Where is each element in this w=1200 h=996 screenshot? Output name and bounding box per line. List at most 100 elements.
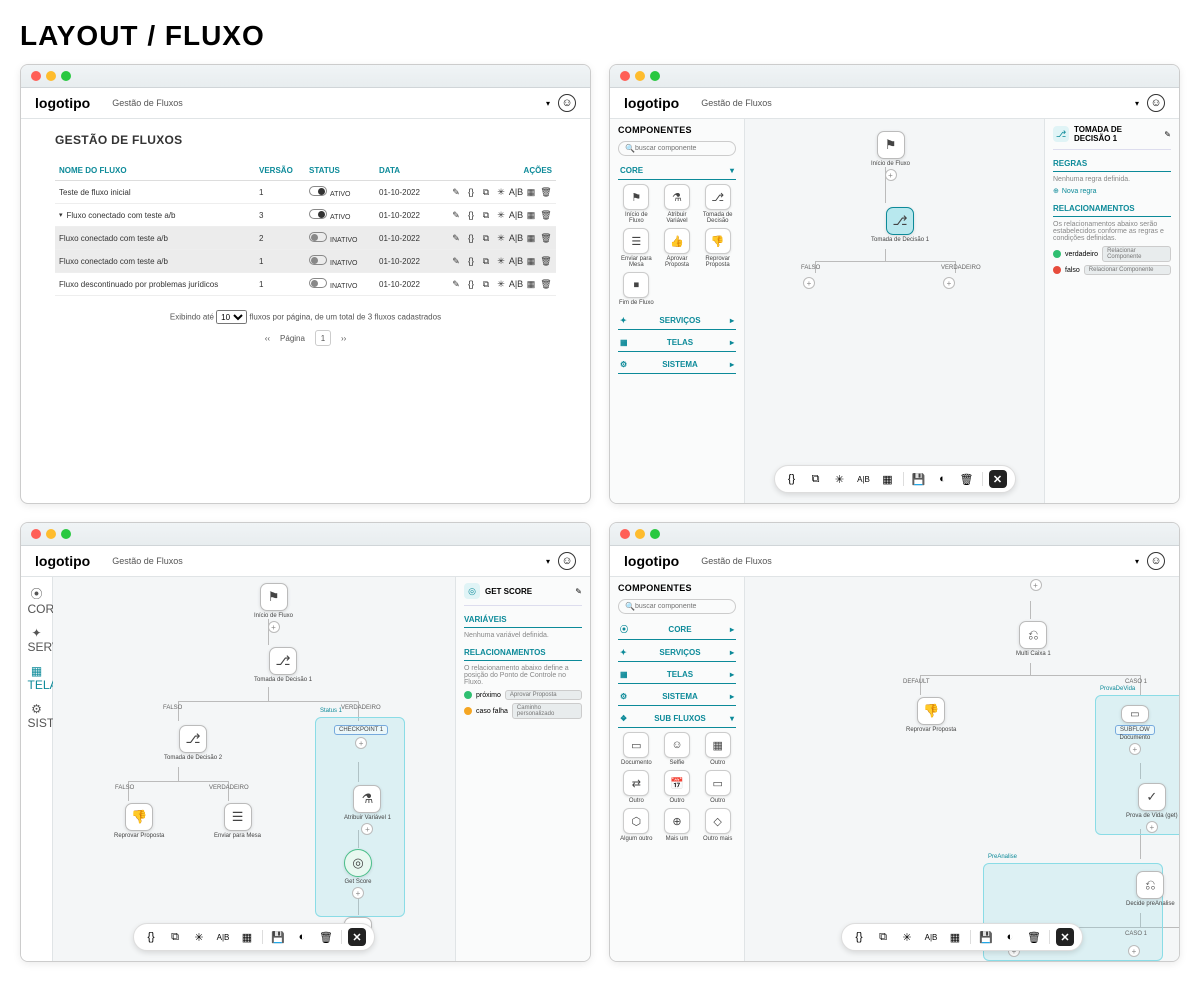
action-icon[interactable]: ⧉ — [480, 209, 492, 221]
node-getscore[interactable]: ◎Get Score+ — [344, 849, 372, 899]
action-icon[interactable]: A|B — [510, 255, 522, 267]
min-dot-icon[interactable] — [46, 71, 56, 81]
tb-grid[interactable]: ▦ — [879, 470, 897, 488]
breadcrumb[interactable]: Gestão de Fluxos — [701, 98, 772, 108]
action-icon[interactable]: ✎ — [450, 232, 462, 244]
node-plus-false[interactable]: + — [803, 275, 815, 289]
edit-icon[interactable]: ✎ — [1164, 130, 1171, 139]
node-multi[interactable]: ⎌Multi Caixa 1 — [1016, 621, 1051, 657]
breadcrumb[interactable]: Gestão de Fluxos — [112, 98, 183, 108]
action-icon[interactable]: 🗑 — [540, 278, 552, 290]
status-toggle[interactable] — [309, 186, 327, 196]
action-icon[interactable]: ▦ — [525, 232, 537, 244]
ib-servicos[interactable]: ✦SERVIÇOS — [28, 626, 46, 654]
pager-page[interactable]: 1 — [315, 330, 331, 346]
component-item[interactable]: ◇Outro mais — [699, 808, 736, 842]
node-prova[interactable]: ✓Prova de Vida (get)+ — [1126, 783, 1178, 833]
action-icon[interactable]: ✳ — [495, 232, 507, 244]
rel-true-select[interactable]: Relacionar Componente — [1102, 246, 1171, 262]
table-row[interactable]: Fluxo conectado com teste a/b 1 INATIVO … — [55, 250, 556, 273]
component-item[interactable]: ▭Documento — [618, 732, 655, 766]
node-decide[interactable]: ⎌Decide preAnalise — [1126, 871, 1175, 907]
avatar-icon[interactable]: ☺ — [558, 94, 576, 112]
component-item[interactable]: ⚑Início de Fluxo — [618, 184, 655, 224]
per-page-select[interactable]: 10 — [216, 310, 247, 324]
status-toggle[interactable] — [309, 209, 327, 219]
action-icon[interactable]: ✎ — [450, 186, 462, 198]
node-dec1[interactable]: ⎇Tomada de Decisão 1 — [254, 647, 312, 683]
node-dec2[interactable]: ⎇Tomada de Decisão 2 — [164, 725, 222, 761]
table-row[interactable]: Fluxo conectado com teste a/b 2 INATIVO … — [55, 227, 556, 250]
action-icon[interactable]: ✎ — [450, 255, 462, 267]
node-atribuir[interactable]: ⚗Atribuir Variável 1+ — [344, 785, 391, 835]
ib-sistema[interactable]: ⚙SISTEMA — [28, 702, 46, 730]
action-icon[interactable]: ✳ — [495, 186, 507, 198]
component-item[interactable]: ▦Outro — [699, 732, 736, 766]
action-icon[interactable]: 🗑 — [540, 209, 552, 221]
tb-json[interactable]: {} — [783, 470, 801, 488]
action-icon[interactable]: ▦ — [525, 186, 537, 198]
component-item[interactable]: ⎇Tomada de Decisão — [699, 184, 736, 224]
component-item[interactable]: ⊕Mais um — [659, 808, 696, 842]
flow-canvas[interactable]: ⚑Início de Fluxo+ ⎇Tomada de Decisão 1 F… — [745, 119, 1044, 503]
tb-save[interactable]: 💾 — [910, 470, 928, 488]
action-icon[interactable]: {} — [465, 186, 477, 198]
action-icon[interactable]: {} — [465, 255, 477, 267]
component-item[interactable]: ⚗Atribuir Variável — [659, 184, 696, 224]
table-row[interactable]: Teste de fluxo inicial 1 ATIVO 01-10-202… — [55, 181, 556, 204]
node-plus-true[interactable]: + — [943, 275, 955, 289]
table-row[interactable]: ▾Fluxo conectado com teste a/b 3 ATIVO 0… — [55, 204, 556, 227]
ib-telas[interactable]: ▦TELAS — [28, 664, 46, 692]
action-icon[interactable]: ✳ — [495, 255, 507, 267]
component-item[interactable]: ⬡Algum outro — [618, 808, 655, 842]
status-toggle[interactable] — [309, 278, 327, 288]
component-item[interactable]: 📅Outro — [659, 770, 696, 804]
chevron-down-icon[interactable]: ▾ — [1135, 99, 1139, 108]
acc-telas[interactable]: ▦TELAS▸ — [618, 334, 736, 352]
ib-core[interactable]: ⦿CORE — [28, 585, 46, 616]
action-icon[interactable]: ⧉ — [480, 186, 492, 198]
action-icon[interactable]: ✳ — [495, 278, 507, 290]
rel-false-select[interactable]: Relacionar Componente — [1084, 265, 1171, 275]
component-item[interactable]: ☰Enviar para Mesa — [618, 228, 655, 268]
component-item[interactable]: ⇄Outro — [618, 770, 655, 804]
node-start[interactable]: Início de Fluxo+ — [1016, 577, 1055, 591]
component-item[interactable]: 👍Aprovar Proposta — [659, 228, 696, 268]
node-reprovar[interactable]: 👎Reprovar Proposta — [114, 803, 164, 839]
action-icon[interactable]: {} — [465, 232, 477, 244]
action-icon[interactable]: ✎ — [450, 209, 462, 221]
node-start[interactable]: ⚑Início de Fluxo+ — [254, 583, 293, 633]
action-icon[interactable]: A|B — [510, 278, 522, 290]
status-toggle[interactable] — [309, 255, 327, 265]
action-icon[interactable]: ▦ — [525, 255, 537, 267]
pager-prev[interactable]: ‹‹ — [265, 334, 270, 343]
chevron-down-icon[interactable]: ▾ — [546, 99, 550, 108]
component-item[interactable]: ☺Selfie — [659, 732, 696, 766]
action-icon[interactable]: ▦ — [525, 209, 537, 221]
component-item[interactable]: ▭Outro — [699, 770, 736, 804]
tb-toggle[interactable]: ◐ — [934, 470, 952, 488]
action-icon[interactable]: ✳ — [495, 209, 507, 221]
tb-trash[interactable]: 🗑 — [958, 470, 976, 488]
action-icon[interactable]: {} — [465, 209, 477, 221]
flow-canvas[interactable]: ProvaDeVida PreAnalise Início de Fluxo+ … — [745, 577, 1179, 961]
tb-close[interactable]: ✕ — [989, 470, 1007, 488]
max-dot-icon[interactable] — [61, 71, 71, 81]
action-icon[interactable]: ⧉ — [480, 232, 492, 244]
tb-config[interactable]: ✳ — [831, 470, 849, 488]
acc-servicos[interactable]: ✦SERVIÇOS▸ — [618, 312, 736, 330]
node-decision[interactable]: ⎇Tomada de Decisão 1 — [871, 207, 929, 243]
flow-canvas[interactable]: Status 1 ⚑Início de Fluxo+ ⎇Tomada de De… — [53, 577, 455, 961]
action-icon[interactable]: ▦ — [525, 278, 537, 290]
component-item[interactable]: ⏹Fim de Fluxo — [618, 272, 655, 306]
edit-icon[interactable]: ✎ — [575, 587, 582, 596]
action-icon[interactable]: 🗑 — [540, 255, 552, 267]
action-icon[interactable]: ✎ — [450, 278, 462, 290]
action-icon[interactable]: 🗑 — [540, 232, 552, 244]
add-rule-link[interactable]: ⊕Nova regra — [1053, 187, 1171, 195]
acc-sistema[interactable]: ⚙SISTEMA▸ — [618, 356, 736, 374]
node-checkpoint[interactable]: CHECKPOINT 1+ — [334, 725, 388, 749]
action-icon[interactable]: 🗑 — [540, 186, 552, 198]
node-subflow[interactable]: ▭ SUBFLOW Documento+ — [1115, 705, 1155, 755]
status-toggle[interactable] — [309, 232, 327, 242]
